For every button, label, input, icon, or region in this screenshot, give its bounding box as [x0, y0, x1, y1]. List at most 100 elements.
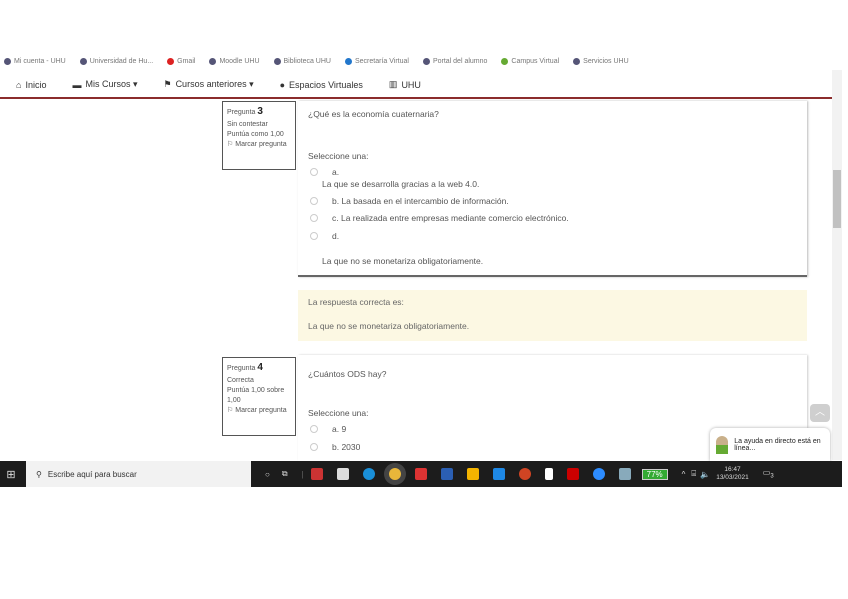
scrollbar[interactable] — [832, 70, 842, 460]
powerpoint-icon[interactable] — [518, 468, 531, 480]
option-a[interactable]: a. — [310, 167, 339, 177]
bookmark[interactable]: Campus Virtual — [501, 57, 559, 65]
task-view-icon[interactable]: ⧉ — [282, 469, 288, 479]
battery-indicator[interactable]: 77% — [641, 468, 668, 480]
nav-cursos-anteriores[interactable]: ⚑ Cursos anteriores ▾ — [163, 79, 253, 90]
app-icon[interactable] — [618, 468, 631, 480]
question-status: Correcta — [227, 376, 254, 384]
store-icon[interactable] — [336, 468, 349, 480]
flag-label: Marcar pregunta — [235, 406, 287, 414]
nav-mis-cursos[interactable]: ▬ Mis Cursos ▾ — [72, 79, 137, 90]
nav-uhu[interactable]: ▥ UHU — [389, 79, 421, 90]
scrollbar-thumb[interactable] — [833, 170, 841, 228]
flag-question-link[interactable]: ⚐ Marcar pregunta — [227, 406, 291, 416]
option-d-text: La que no se monetariza obligatoriamente… — [322, 256, 484, 266]
chrome-icon[interactable] — [388, 468, 401, 480]
option-a-text: La que se desarrolla gracias a la web 4.… — [322, 179, 480, 189]
date: 13/03/2021 — [716, 474, 749, 481]
question-info-4: Pregunta 4 Correcta Puntúa 1,00 sobre 1,… — [222, 357, 296, 436]
nav-label: Inicio — [25, 79, 47, 90]
question-card-3: ¿Qué es la economía cuaternaria? Selecci… — [298, 101, 807, 277]
nav-label: Mis Cursos ▾ — [85, 79, 138, 89]
acrobat-icon[interactable] — [566, 468, 579, 480]
app-icon[interactable] — [310, 468, 323, 480]
word-icon[interactable] — [440, 468, 453, 480]
option-b[interactable]: b. 2030 — [310, 442, 360, 452]
option-label: b. La basada en el intercambio de inform… — [332, 196, 509, 206]
windows-taskbar: ⊞ ⚲ Escribe aquí para buscar ○ ⧉ | 77% ^ … — [0, 461, 842, 487]
flag-icon: ⚐ — [227, 406, 234, 414]
question-score: Puntúa 1,00 sobre 1,00 — [227, 386, 285, 404]
bookmark[interactable]: Mi cuenta - UHU — [4, 57, 66, 65]
option-c[interactable]: c. La realizada entre empresas mediante … — [310, 213, 569, 223]
nav-inicio[interactable]: ⌂ Inicio — [16, 80, 46, 90]
mail-icon[interactable] — [414, 468, 427, 480]
radio[interactable] — [310, 214, 318, 222]
option-d[interactable]: d. — [310, 231, 339, 241]
select-prompt: Seleccione una: — [308, 151, 369, 161]
correct-answer-box: La respuesta correcta es: La que no se m… — [298, 290, 807, 341]
chat-status: La ayuda en directo está en línea... — [734, 437, 821, 452]
bookmark[interactable]: Portal del alumno — [422, 57, 487, 65]
tray-chevron-icon[interactable]: ^ — [682, 470, 686, 479]
question-label: Pregunta — [227, 365, 256, 372]
answer-text: La que no se monetariza obligatoriamente… — [308, 321, 470, 331]
search-placeholder: Escribe aquí para buscar — [47, 469, 137, 479]
clock[interactable]: 16:47 13/03/2021 — [716, 466, 749, 482]
nav-label: Cursos anteriores ▾ — [175, 79, 254, 89]
search-icon: ⚲ — [36, 469, 42, 479]
zoom-icon[interactable] — [592, 468, 605, 480]
radio[interactable] — [310, 168, 318, 176]
agent-avatar-icon — [716, 435, 729, 454]
option-label: d. — [332, 231, 340, 241]
question-number: 3 — [257, 106, 263, 117]
bookmark[interactable]: Moodle UHU — [209, 57, 260, 65]
cortana-icon[interactable]: ○ — [265, 470, 270, 479]
bookmarks-bar: Mi cuenta - UHU Universidad de Hu... Gma… — [0, 54, 848, 68]
nav-label: UHU — [401, 79, 421, 90]
question-info-3: Pregunta 3 Sin contestar Puntúa como 1,0… — [222, 101, 296, 170]
radio[interactable] — [310, 197, 318, 205]
question-text: ¿Qué es la economía cuaternaria? — [308, 109, 439, 119]
answer-title: La respuesta correcta es: — [308, 297, 404, 307]
edge-icon[interactable] — [362, 468, 375, 480]
question-label: Pregunta — [227, 109, 256, 116]
site-nav: ⌂ Inicio ▬ Mis Cursos ▾ ⚑ Cursos anteriores… — [0, 72, 832, 99]
bookmark[interactable]: Universidad de Hu... — [79, 57, 153, 65]
volume-icon[interactable]: 🔈 — [700, 470, 710, 479]
file-explorer-icon[interactable] — [466, 468, 479, 480]
radio[interactable] — [310, 425, 318, 433]
taskbar-search[interactable]: ⚲ Escribe aquí para buscar — [26, 461, 251, 487]
radio[interactable] — [310, 443, 318, 451]
select-prompt: Seleccione una: — [308, 408, 369, 418]
notifications-icon[interactable]: ▭3 — [763, 468, 774, 480]
globe-icon: ● — [279, 79, 286, 90]
chevron-up-icon: ︿ — [815, 407, 825, 418]
bookmark[interactable]: Secretaría Virtual — [344, 57, 409, 65]
question-number: 4 — [257, 362, 263, 373]
network-icon[interactable]: ⌸ — [691, 469, 696, 479]
scroll-to-top-button[interactable]: ︿ — [810, 404, 830, 422]
flag-question-link[interactable]: ⚐ Marcar pregunta — [227, 140, 291, 150]
time: 16:47 — [724, 466, 741, 474]
courses-icon: ▬ — [72, 79, 82, 90]
option-label: a. 9 — [332, 424, 347, 434]
option-b[interactable]: b. La basada en el intercambio de inform… — [310, 196, 509, 206]
radio[interactable] — [310, 232, 318, 240]
bookmark[interactable]: Servicios UHU — [573, 57, 629, 65]
option-label: c. La realizada entre empresas mediante … — [332, 213, 569, 223]
document-icon[interactable] — [544, 468, 553, 480]
bookmark[interactable]: Gmail — [167, 57, 195, 65]
option-label: a. — [332, 167, 340, 177]
home-icon: ⌂ — [16, 79, 22, 90]
bookmark[interactable]: Biblioteca UHU — [273, 57, 331, 65]
nav-espacios-virtuales[interactable]: ● Espacios Virtuales — [280, 80, 363, 90]
outlook-icon[interactable] — [492, 468, 505, 480]
live-chat-widget[interactable]: La ayuda en directo está en línea... — [710, 428, 830, 461]
windows-start-icon[interactable]: ⊞ — [0, 468, 22, 481]
grad-cap-icon: ⚑ — [163, 79, 172, 89]
option-a[interactable]: a. 9 — [310, 424, 346, 434]
institution-icon: ▥ — [388, 79, 398, 89]
option-label: b. 2030 — [332, 442, 361, 452]
flag-label: Marcar pregunta — [235, 140, 287, 148]
